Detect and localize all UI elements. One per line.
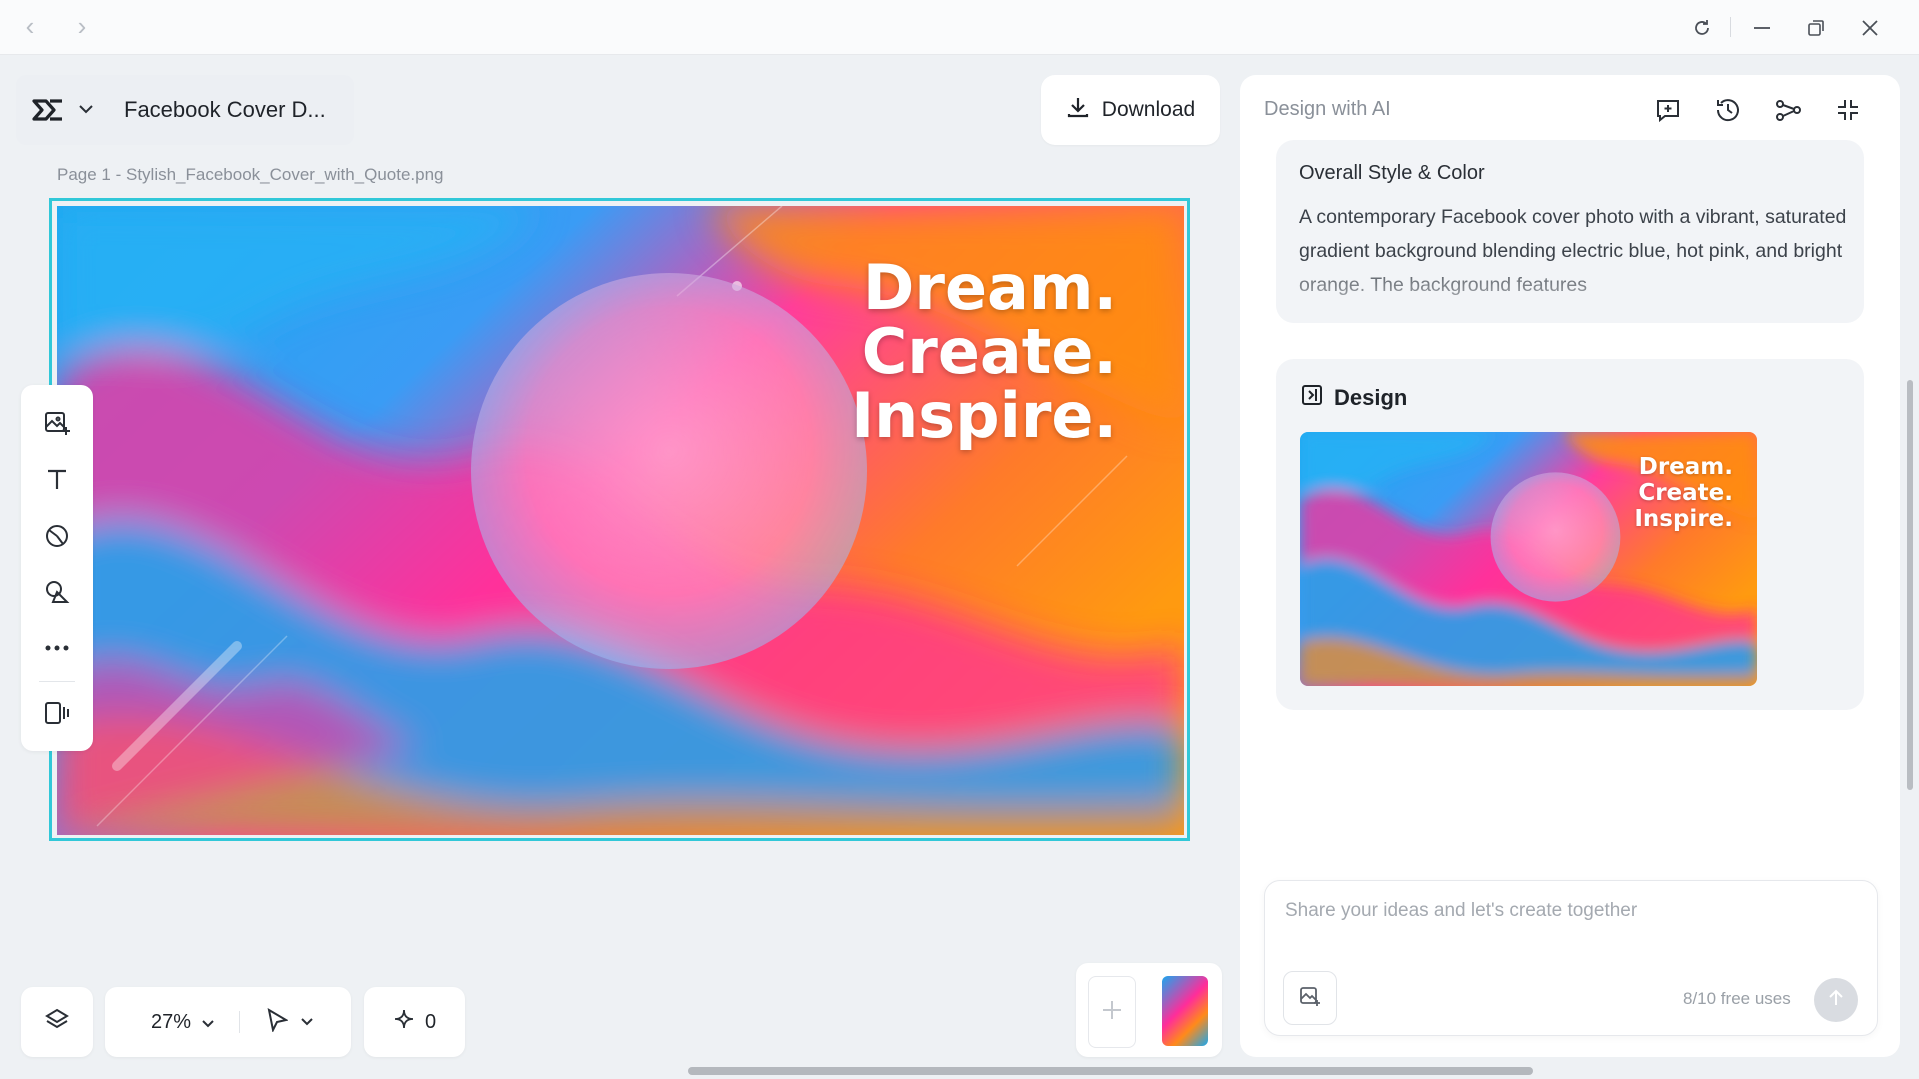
design-card-title: Design [1334,385,1408,410]
elements-icon[interactable] [39,574,75,610]
history-icon[interactable] [1712,94,1744,126]
minimize-icon[interactable] [1748,14,1776,42]
text-fade [1276,260,1864,323]
window-titlebar [0,0,1919,55]
close-icon[interactable] [1856,14,1884,42]
canvas-horizontal-scrollbar[interactable] [688,1067,1533,1075]
download-icon [1066,95,1090,125]
add-page-button[interactable] [1088,976,1136,1048]
document-title[interactable]: Facebook Cover D... [124,97,326,123]
pointer-icon [266,1007,289,1037]
canvas-artwork[interactable]: Dream. Create. Inspire. [57,206,1184,835]
thumb-line: Dream. [1638,454,1733,480]
thumb-line: Create. [1638,480,1733,506]
page-thumbnail[interactable] [1162,976,1208,1046]
arrow-up-icon [1828,989,1844,1012]
chat-composer: 8/10 free uses [1264,880,1878,1036]
attach-image-button[interactable] [1283,971,1337,1025]
style-card-title: Overall Style & Color [1299,162,1485,184]
document-header: Facebook Cover D... [16,75,354,145]
toolbar-divider [39,681,75,682]
zoom-value: 27% [151,1010,192,1033]
canvas-headline[interactable]: Dream. Create. Inspire. [677,256,1117,448]
more-icon[interactable] [39,630,75,666]
sparkle-icon [393,1008,415,1036]
chevron-down-icon [201,1011,215,1034]
design-card: Design Dream. Create. Inspire. [1276,359,1864,710]
download-label: Download [1101,98,1196,121]
page-label: Page 1 - Stylish_Facebook_Cover_with_Quo… [57,165,444,184]
pages-icon[interactable] [39,695,75,731]
design-card-header: Design [1300,383,1407,413]
zoom-dropdown[interactable]: 27% [151,1011,215,1034]
thumbnail-headline: Dream. Create. Inspire. [1634,454,1733,532]
titlebar-divider [1730,17,1731,37]
share-icon[interactable] [1772,94,1804,126]
chevron-left-icon[interactable]: ‹ [18,13,42,39]
text-icon[interactable] [39,461,75,497]
chevron-right-icon[interactable]: › [70,13,94,39]
headline-line: Dream. [862,251,1117,324]
free-uses-count: 8/10 free uses [1683,989,1791,1008]
chevron-down-icon[interactable] [78,101,96,119]
left-toolbar [21,385,93,751]
panel-title: Design with AI [1264,98,1391,120]
shapes-icon[interactable] [39,518,75,554]
pointer-tool-dropdown[interactable] [266,1007,314,1037]
layers-button[interactable] [21,987,93,1057]
zoom-controls: 27% [105,987,351,1057]
layers-icon [44,1007,70,1038]
panel-scrollbar[interactable] [1907,380,1913,790]
add-image-icon [1299,985,1321,1012]
chat-input[interactable] [1283,899,1857,923]
plus-icon [1101,999,1123,1026]
headline-line: Create. [861,315,1117,388]
app-logo-icon[interactable] [32,96,64,124]
download-button[interactable]: Download [1041,75,1220,145]
headline-line: Inspire. [851,379,1117,452]
add-image-icon[interactable] [39,405,75,441]
new-chat-icon[interactable] [1652,94,1684,126]
credits-count: 0 [424,1010,437,1033]
design-thumbnail[interactable]: Dream. Create. Inspire. [1300,432,1757,686]
thumb-line: Inspire. [1634,506,1733,532]
refresh-icon[interactable] [1688,14,1716,42]
send-button[interactable] [1814,978,1858,1022]
restore-icon[interactable] [1802,14,1830,42]
zoom-divider [239,1011,241,1033]
collapse-icon[interactable] [1832,94,1864,126]
page-thumbnails [1076,963,1222,1057]
ai-credits[interactable]: 0 [364,987,465,1057]
style-card: Overall Style & Color A contemporary Fac… [1276,140,1864,323]
chevron-down-icon [300,1013,314,1031]
design-icon [1300,383,1324,413]
